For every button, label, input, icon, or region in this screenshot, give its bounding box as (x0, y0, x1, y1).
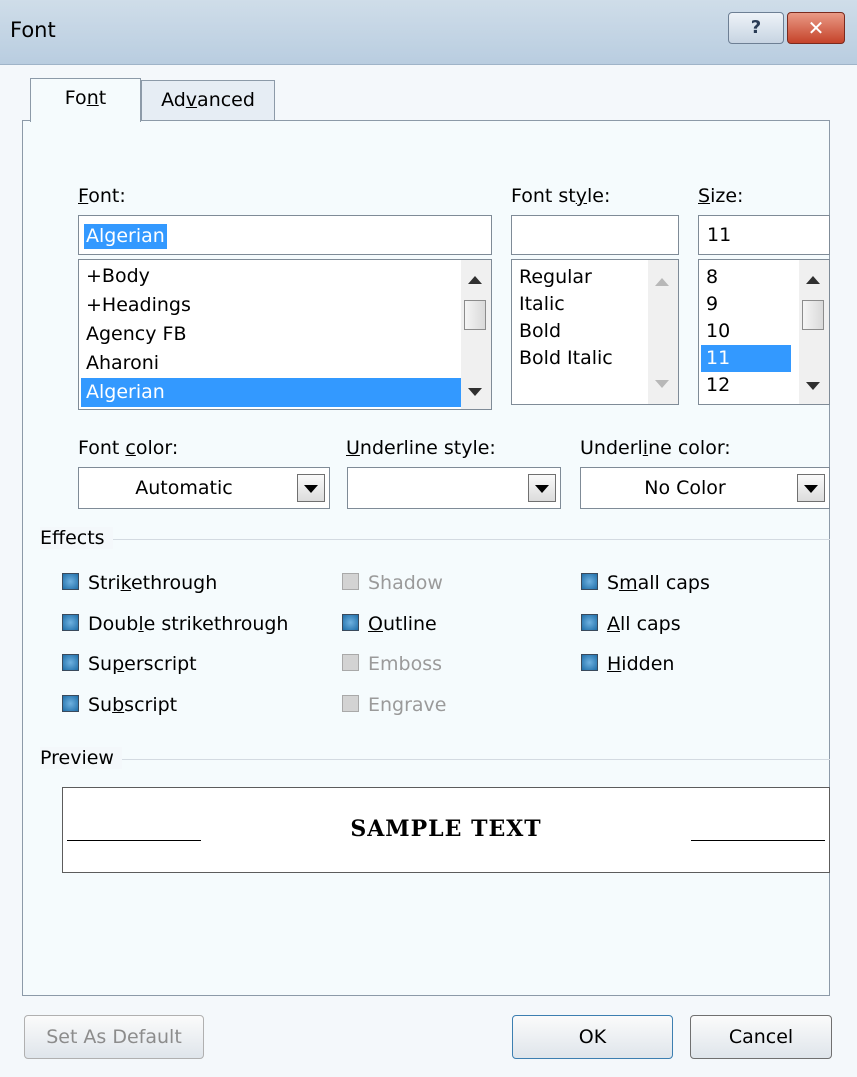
size-input[interactable]: 11 (698, 215, 830, 255)
underline-color-select[interactable]: No Color (580, 467, 830, 509)
font-style-list-item[interactable]: Italic (514, 291, 648, 318)
font-color-label: Font color: (78, 437, 179, 459)
size-list-item-selected[interactable]: 11 (701, 345, 791, 372)
chevron-down-icon (304, 485, 318, 493)
tab-advanced-label-rest: anced (197, 89, 255, 111)
tab-font-label: Fo (64, 87, 87, 109)
dropdown-button[interactable] (528, 474, 556, 502)
preview-title: Preview (40, 747, 122, 769)
font-style-list[interactable]: Regular Italic Bold Bold Italic (511, 259, 679, 405)
font-list-item[interactable]: +Headings (81, 291, 461, 320)
scroll-thumb[interactable] (802, 300, 824, 330)
double-strikethrough-checkbox[interactable]: Double strikethrough (62, 609, 288, 639)
font-list[interactable]: +Body +Headings Agency FB Aharoni Algeri… (78, 259, 492, 410)
tab-advanced-mnemonic: v (185, 89, 198, 111)
dropdown-button[interactable] (297, 474, 325, 502)
tab-font[interactable]: Font (30, 78, 141, 122)
close-icon: ✕ (807, 16, 825, 40)
scroll-down-icon[interactable] (468, 388, 482, 396)
checkbox-icon (342, 654, 359, 671)
underline-color-label: Underline color: (580, 437, 731, 459)
strikethrough-checkbox[interactable]: Strikethrough (62, 568, 217, 598)
scroll-down-icon[interactable] (806, 382, 820, 390)
effects-divider (40, 539, 830, 540)
size-list-item[interactable]: 10 (701, 318, 791, 345)
preview-line-right (691, 840, 825, 841)
checkbox-icon[interactable] (342, 614, 359, 631)
font-list-item-selected[interactable]: Algerian (81, 378, 461, 407)
shadow-checkbox: Shadow (342, 568, 443, 598)
size-list[interactable]: 8 9 10 11 12 (698, 259, 830, 405)
font-list-item[interactable]: +Body (81, 262, 461, 291)
superscript-checkbox[interactable]: Superscript (62, 649, 197, 679)
font-style-list-item[interactable]: Bold Italic (514, 345, 648, 372)
outline-checkbox[interactable]: Outline (342, 609, 437, 639)
size-list-scrollbar[interactable] (799, 260, 829, 404)
font-style-list-item[interactable]: Regular (514, 264, 648, 291)
font-list-item[interactable]: Agency FB (81, 320, 461, 349)
font-input[interactable]: Algerian (78, 215, 492, 255)
underline-color-value: No Color (644, 477, 726, 499)
scroll-up-icon[interactable] (468, 276, 482, 284)
subscript-checkbox[interactable]: Subscript (62, 690, 177, 720)
font-style-label: Font style: (511, 185, 611, 207)
tab-font-label-rest: t (98, 87, 107, 109)
small-caps-checkbox[interactable]: Small caps (581, 568, 710, 598)
size-input-value: 11 (707, 224, 732, 246)
size-label: Size: (698, 185, 744, 207)
checkbox-icon[interactable] (581, 614, 598, 631)
scroll-thumb[interactable] (464, 300, 486, 330)
checkbox-icon[interactable] (62, 654, 79, 671)
all-caps-checkbox[interactable]: All caps (581, 609, 681, 639)
font-label: Font: (78, 185, 126, 207)
underline-style-label: Underline style: (346, 437, 496, 459)
checkbox-icon[interactable] (581, 573, 598, 590)
scroll-up-icon[interactable] (806, 276, 820, 284)
effects-title: Effects (40, 527, 113, 549)
preview-sample-text: SAMPLE TEXT (350, 816, 542, 842)
tab-advanced[interactable]: Advanced (141, 80, 275, 120)
engrave-checkbox: Engrave (342, 690, 447, 720)
font-style-list-item[interactable]: Bold (514, 318, 648, 345)
font-list-item[interactable]: Aharoni (81, 349, 461, 378)
checkbox-icon[interactable] (62, 573, 79, 590)
preview-divider (40, 759, 830, 760)
hidden-checkbox[interactable]: Hidden (581, 649, 674, 679)
font-color-value: Automatic (135, 477, 233, 499)
checkbox-icon[interactable] (581, 654, 598, 671)
tab-font-mnemonic: n (86, 87, 99, 109)
size-list-item[interactable]: 9 (701, 291, 791, 318)
underline-style-select[interactable] (347, 467, 561, 509)
font-input-value: Algerian (84, 224, 167, 249)
chevron-down-icon (804, 485, 818, 493)
emboss-checkbox: Emboss (342, 649, 442, 679)
scroll-up-icon (655, 278, 669, 286)
font-style-scrollbar (648, 260, 678, 404)
help-icon: ? (750, 17, 762, 38)
cancel-button[interactable]: Cancel (690, 1015, 832, 1059)
chevron-down-icon (535, 485, 549, 493)
checkbox-icon (342, 573, 359, 590)
checkbox-icon[interactable] (62, 695, 79, 712)
tab-advanced-label: Ad (161, 89, 186, 111)
preview-box: SAMPLE TEXT (62, 787, 830, 873)
checkbox-icon (342, 695, 359, 712)
scroll-down-icon (655, 380, 669, 388)
font-style-input[interactable] (511, 215, 679, 255)
size-list-item[interactable]: 8 (701, 264, 791, 291)
window-title: Font (10, 18, 56, 42)
size-list-item[interactable]: 12 (701, 372, 791, 399)
ok-button[interactable]: OK (512, 1015, 673, 1059)
dropdown-button[interactable] (797, 474, 825, 502)
checkbox-icon[interactable] (62, 614, 79, 631)
help-button[interactable]: ? (728, 12, 784, 44)
close-button[interactable]: ✕ (787, 12, 845, 44)
set-as-default-button: Set As Default (24, 1015, 204, 1059)
title-bar: Font ? ✕ (0, 0, 857, 65)
font-color-select[interactable]: Automatic (78, 467, 330, 509)
font-list-scrollbar[interactable] (461, 260, 491, 409)
